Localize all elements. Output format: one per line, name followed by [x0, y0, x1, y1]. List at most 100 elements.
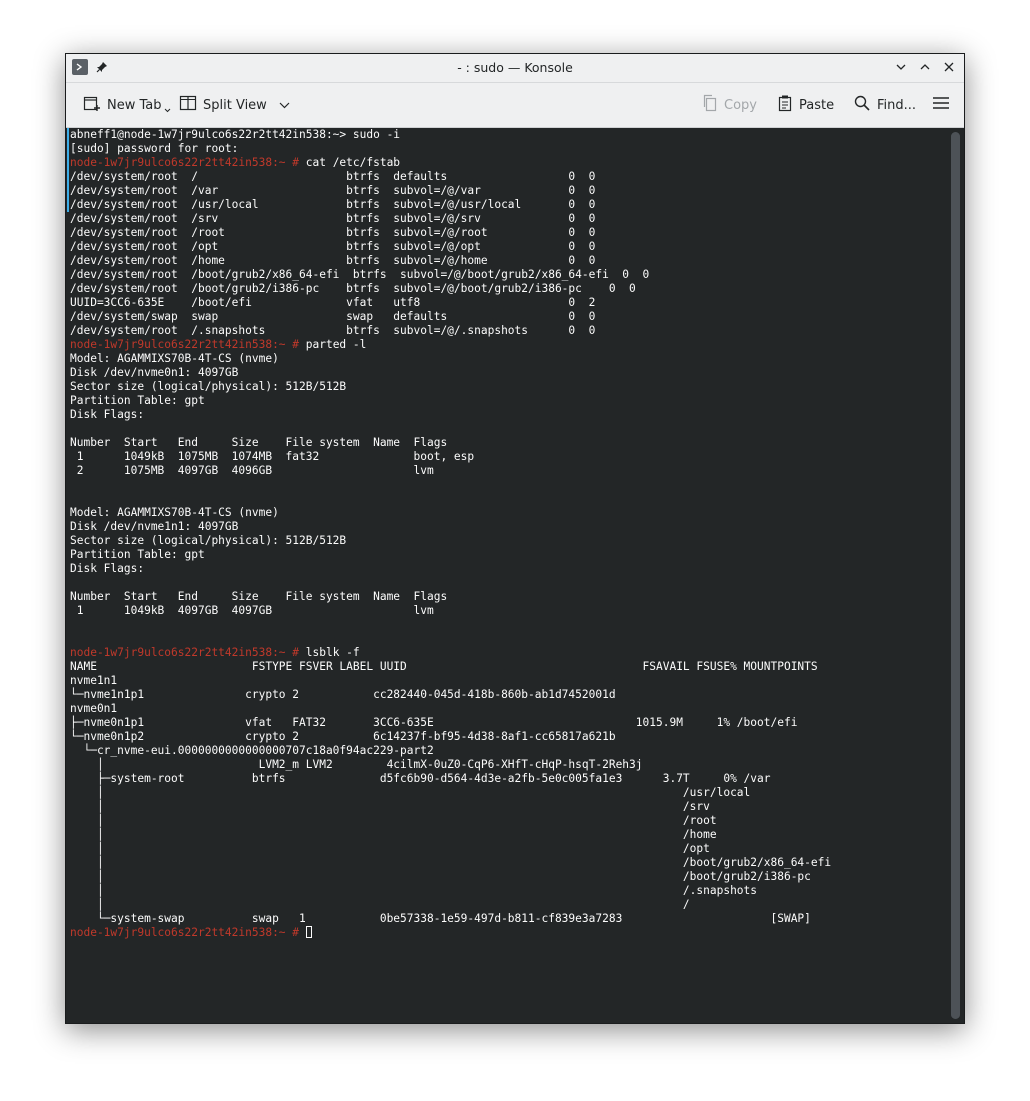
output-text: /dev/system/root /home btrfs subvol=/@/h… [70, 254, 596, 267]
output-text: │ /srv [70, 800, 710, 813]
output-text: /dev/system/swap swap swap defaults 0 0 [70, 310, 596, 323]
output-line: nvme0n1 [70, 702, 944, 716]
close-button[interactable] [940, 58, 958, 76]
chevron-down-icon [164, 102, 171, 117]
window-title: - : sudo — Konsole [457, 60, 573, 75]
output-line: │ / [70, 898, 944, 912]
output-line: UUID=3CC6-635E /boot/efi vfat utf8 0 2 [70, 296, 944, 310]
output-text: [sudo] password for root: [70, 142, 239, 155]
output-text: Disk /dev/nvme1n1: 4097GB [70, 520, 239, 533]
output-text: │ /usr/local [70, 786, 751, 799]
chevron-down-icon [279, 98, 290, 113]
output-line: │ /.snapshots [70, 884, 944, 898]
prompt-line: node-1w7jr9ulco6s22r2tt42in538:~ # [70, 926, 944, 940]
output-text: ├─nvme0n1p1 vfat FAT32 3CC6-635E 1015.9M… [70, 716, 798, 729]
output-text: Number Start End Size File system Name F… [70, 436, 448, 449]
output-line: /dev/system/root / btrfs defaults 0 0 [70, 170, 944, 184]
command-text: parted -l [299, 338, 367, 351]
output-line: Model: AGAMMIXS70B-4T-CS (nvme) [70, 352, 944, 366]
hamburger-menu-icon [932, 95, 950, 115]
output-text: Disk Flags: [70, 408, 145, 421]
output-text: └─nvme1n1p1 crypto 2 cc282440-045d-418b-… [70, 688, 616, 701]
terminal-view[interactable]: abneff1@node-1w7jr9ulco6s22r2tt42in538:~… [66, 128, 964, 1023]
konsole-window: - : sudo — Konsole New Tab Split View Co… [65, 53, 965, 1024]
output-text: /dev/system/root /.snapshots btrfs subvo… [70, 324, 596, 337]
minimize-button[interactable] [892, 58, 910, 76]
output-line: ├─system-root btrfs d5fc6b90-d564-4d3e-a… [70, 772, 944, 786]
scrollbar[interactable] [951, 132, 960, 1019]
output-line: │ /boot/grub2/x86_64-efi [70, 856, 944, 870]
copy-button[interactable]: Copy [702, 94, 757, 115]
output-text: NAME FSTYPE FSVER LABEL UUID FSAVAIL FSU… [70, 660, 818, 673]
output-text: ├─system-root btrfs d5fc6b90-d564-4d3e-a… [70, 772, 771, 785]
output-line: Partition Table: gpt [70, 548, 944, 562]
prompt-line: node-1w7jr9ulco6s22r2tt42in538:~ # parte… [70, 338, 944, 352]
title-bar[interactable]: - : sudo — Konsole [66, 54, 964, 83]
output-line: │ /home [70, 828, 944, 842]
output-text: │ / [70, 898, 690, 911]
text-cursor [305, 926, 312, 938]
find-button[interactable]: Find... [853, 95, 916, 115]
output-text: /dev/system/root /boot/grub2/i386-pc btr… [70, 282, 636, 295]
split-view-button[interactable]: Split View [179, 95, 290, 115]
split-view-icon [179, 94, 197, 116]
output-line: Disk Flags: [70, 408, 944, 422]
clipboard-icon [777, 94, 793, 116]
output-text: /dev/system/root /opt btrfs subvol=/@/op… [70, 240, 596, 253]
output-line: /dev/system/root /.snapshots btrfs subvo… [70, 324, 944, 338]
output-text: │ /boot/grub2/i386-pc [70, 870, 811, 883]
output-text: Model: AGAMMIXS70B-4T-CS (nvme) [70, 506, 279, 519]
prompt-line: node-1w7jr9ulco6s22r2tt42in538:~ # cat /… [70, 156, 944, 170]
prompt-line: node-1w7jr9ulco6s22r2tt42in538:~ # lsblk… [70, 646, 944, 660]
output-line: ├─nvme0n1p1 vfat FAT32 3CC6-635E 1015.9M… [70, 716, 944, 730]
output-line: NAME FSTYPE FSVER LABEL UUID FSAVAIL FSU… [70, 660, 944, 674]
output-line: └─nvme0n1p2 crypto 2 6c14237f-bf95-4d38-… [70, 730, 944, 744]
output-line: Disk Flags: [70, 562, 944, 576]
output-text: abneff1@node-1w7jr9ulco6s22r2tt42in538:~… [70, 128, 401, 141]
toolbar: New Tab Split View Copy Paste Find... [66, 83, 964, 128]
output-text: Partition Table: gpt [70, 394, 205, 407]
paste-button[interactable]: Paste [777, 95, 834, 115]
output-text: Disk /dev/nvme0n1: 4097GB [70, 366, 239, 379]
hamburger-menu-button[interactable] [932, 95, 950, 115]
output-text: 1 1049kB 4097GB 4097GB lvm [70, 604, 434, 617]
output-text: /dev/system/root / btrfs defaults 0 0 [70, 170, 596, 183]
root-prompt: node-1w7jr9ulco6s22r2tt42in538:~ # [70, 926, 300, 939]
output-text: 2 1075MB 4097GB 4096GB lvm [70, 464, 434, 477]
output-text: Sector size (logical/physical): 512B/512… [70, 380, 347, 393]
scrollbar-thumb[interactable] [951, 132, 960, 1019]
output-text: Sector size (logical/physical): 512B/512… [70, 534, 347, 547]
output-text: nvme0n1 [70, 702, 118, 715]
output-text: nvme1n1 [70, 674, 118, 687]
output-line: │ /root [70, 814, 944, 828]
output-line: /dev/system/root /srv btrfs subvol=/@/sr… [70, 212, 944, 226]
output-line: Disk /dev/nvme0n1: 4097GB [70, 366, 944, 380]
output-text: /dev/system/root /srv btrfs subvol=/@/sr… [70, 212, 596, 225]
output-line: └─nvme1n1p1 crypto 2 cc282440-045d-418b-… [70, 688, 944, 702]
output-line: Sector size (logical/physical): 512B/512… [70, 534, 944, 548]
output-text: └─cr_nvme-eui.0000000000000000707c18a0f9… [70, 744, 434, 757]
output-text: │ /.snapshots [70, 884, 758, 897]
output-text: Disk Flags: [70, 562, 145, 575]
output-line: /dev/system/swap swap swap defaults 0 0 [70, 310, 944, 324]
new-tab-button[interactable]: New Tab [83, 95, 171, 115]
command-text: cat /etc/fstab [299, 156, 401, 169]
output-text: UUID=3CC6-635E /boot/efi vfat utf8 0 2 [70, 296, 596, 309]
terminal-text: abneff1@node-1w7jr9ulco6s22r2tt42in538:~… [70, 128, 944, 940]
output-line: /dev/system/root /boot/grub2/x86_64-efi … [70, 268, 944, 282]
output-line: └─system-swap swap 1 0be57338-1e59-497d-… [70, 912, 944, 926]
output-text: └─nvme0n1p2 crypto 2 6c14237f-bf95-4d38-… [70, 730, 616, 743]
root-prompt: node-1w7jr9ulco6s22r2tt42in538:~ # [70, 338, 300, 351]
output-line: /dev/system/root /root btrfs subvol=/@/r… [70, 226, 944, 240]
output-text: Partition Table: gpt [70, 548, 205, 561]
output-text: │ LVM2_m LVM2 4cilmX-0uZ0-CqP6-XHfT-cHqP… [70, 758, 643, 771]
output-text: /dev/system/root /root btrfs subvol=/@/r… [70, 226, 596, 239]
new-tab-icon [83, 94, 101, 116]
maximize-button[interactable] [916, 58, 934, 76]
